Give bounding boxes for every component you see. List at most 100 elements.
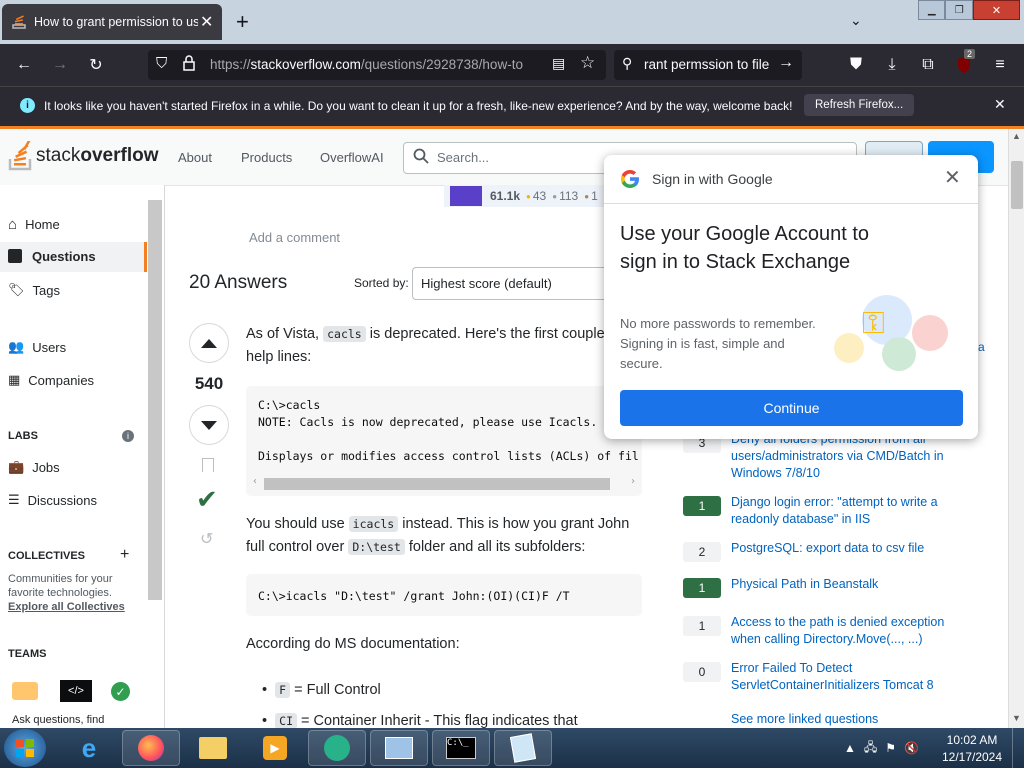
taskbar-notepad-button[interactable] [494,730,552,766]
answer-paragraph-1: As of Vista, cacls is deprecated. Here's… [246,323,606,369]
bookmark-star-icon[interactable]: ☆ [580,53,595,73]
taskbar-cmd-button[interactable]: C:\_ [432,730,490,766]
lock-icon[interactable] [182,55,196,76]
scroll-thumb[interactable] [1011,161,1023,209]
nav-products[interactable]: Products [241,150,292,165]
sidebar-scrollbar[interactable] [148,200,162,600]
taskbar-control-panel-button[interactable] [370,730,428,766]
nav-overflowai[interactable]: OverflowAI [320,150,384,165]
code1-line-3: Displays or modifies access control list… [258,449,639,463]
tab-title: How to grant permission to use [34,15,198,29]
clock-time[interactable]: 10:02 AM [940,733,1004,747]
linked-question-link[interactable]: Error Failed To Detect ServletContainerI… [731,660,971,694]
reload-icon[interactable]: ↻ [84,53,108,77]
google-g-icon [620,169,640,189]
so-logo[interactable]: stack overflow [8,138,158,172]
p1-text-b: is deprecated. Here's the first couple [369,326,605,342]
notification-bar: i It looks like you haven't started Fire… [0,86,1024,127]
scroll-down-arrow-icon[interactable]: ▼ [1012,713,1021,723]
see-more-linked-link[interactable]: See more linked questions [731,712,878,726]
forward-icon[interactable]: → [48,53,72,77]
url-bar[interactable]: ⛉ https://stackoverflow.com/questions/29… [148,50,606,80]
tray-expand-icon[interactable]: ▲ [844,741,856,755]
minimize-button[interactable]: ▁ [918,0,946,20]
search-bar[interactable]: ⚲ rant permssion to file → [614,50,802,80]
sidebar-item-companies[interactable]: ▦ Companies [8,372,94,388]
discussions-icon: ☰ [8,492,20,507]
tab-list-chevron-icon[interactable]: ⌄ [850,12,862,29]
refresh-firefox-button[interactable]: Refresh Firefox... [804,94,915,116]
continue-button[interactable]: Continue [620,390,963,426]
p2-text-b: instead. This is how you grant John [402,516,630,532]
notification-close-icon[interactable]: ✕ [994,96,1006,113]
new-tab-button[interactable]: + [236,9,249,35]
maximize-button[interactable]: ❐ [945,0,973,20]
taskbar-firefox-button[interactable] [122,730,180,766]
shield-icon[interactable]: ⛉ [156,55,167,72]
scroll-right-icon[interactable]: › [630,476,636,487]
cmd-icon: C:\_ [446,737,476,759]
sidebar-item-tags[interactable]: 🏷 Tags [8,282,60,298]
pocket-icon[interactable]: ⛊ [844,53,868,77]
taskbar-explorer-button[interactable] [184,730,242,766]
taskbar-app-button[interactable] [308,730,366,766]
illustration-circle-2 [912,315,948,351]
flag-icon[interactable]: ⚑ [885,741,896,755]
search-engine-icon: ⚲ [622,55,633,71]
linked-question-link[interactable]: Physical Path in Beanstalk [731,576,971,593]
linked-vote-count: 0 [683,662,721,682]
tab-close-icon[interactable]: ✕ [200,12,213,32]
upvote-button[interactable] [189,323,229,363]
history-icon[interactable]: ↺ [200,529,213,549]
volume-muted-icon[interactable]: 🔇 [904,741,919,755]
nav-about[interactable]: About [178,150,212,165]
browser-tab[interactable]: How to grant permission to use ✕ [2,4,222,40]
bookmark-icon[interactable] [202,458,214,472]
labs-info-icon[interactable]: i [122,430,134,442]
collectives-add-icon[interactable]: + [120,546,129,564]
folder-icon [199,737,227,759]
extensions-icon[interactable]: ⧉ [916,53,940,77]
sidebar-item-home[interactable]: ⌂ Home [8,216,60,233]
code-scroll-thumb[interactable] [264,478,610,490]
sidebar-item-jobs[interactable]: 💼 Jobs [8,459,60,475]
url-text[interactable]: https://stackoverflow.com/questions/2928… [210,57,545,72]
ublock-icon[interactable]: 2 [952,49,976,77]
search-go-icon[interactable]: → [778,54,794,72]
taskbar-ie-button[interactable]: e [60,730,118,766]
teams-code-icon: </> [60,680,92,702]
downvote-button[interactable] [189,405,229,445]
popup-title: Use your Google Account to sign in to St… [620,223,870,273]
show-desktop-button[interactable] [1012,728,1024,768]
p2-text-c: full control over [246,539,345,555]
so-logo-icon [8,138,34,171]
sidebar-item-questions[interactable]: Questions [0,242,147,272]
scroll-left-icon[interactable]: ‹ [252,476,258,487]
sidebar-item-discussions[interactable]: ☰ Discussions [8,492,97,508]
vote-count: 540 [194,374,224,393]
menu-hamburger-icon[interactable]: ≡ [988,53,1012,77]
close-window-button[interactable]: ✕ [972,0,1020,20]
user-avatar[interactable] [450,186,482,206]
linked-question-link[interactable]: PostgreSQL: export data to csv file [731,540,971,557]
sidebar-item-users[interactable]: 👥 Users [8,339,66,355]
network-icon[interactable]: 🖧 [864,738,877,759]
reader-view-icon[interactable]: ▤ [552,55,565,72]
clock-date[interactable]: 12/17/2024 [940,750,1004,764]
popup-close-icon[interactable]: ✕ [944,165,961,190]
linked-question-link[interactable]: Access to the path is denied exception w… [731,614,971,648]
downloads-icon[interactable]: ⤓ [880,53,904,77]
taskbar-media-button[interactable]: ▶ [246,730,304,766]
add-comment-link[interactable]: Add a comment [249,230,340,245]
user-card: 61.1k ● 43 ● 113 ● 1 [444,185,606,207]
page-scrollbar[interactable]: ▲ ▼ [1008,129,1024,728]
sort-select[interactable]: Highest score (default) [412,267,614,300]
start-button[interactable] [4,729,46,767]
scroll-up-arrow-icon[interactable]: ▲ [1012,131,1021,141]
back-icon[interactable]: ← [12,53,36,77]
code-horizontal-scrollbar[interactable]: ‹ › [250,476,638,490]
linked-question-link[interactable]: Django login error: "attempt to write a … [731,494,971,528]
explore-collectives-link[interactable]: Explore all Collectives [8,601,125,613]
popup-body: No more passwords to remember. Signing i… [620,316,816,371]
search-bar-text[interactable]: rant permssion to file [644,57,769,72]
